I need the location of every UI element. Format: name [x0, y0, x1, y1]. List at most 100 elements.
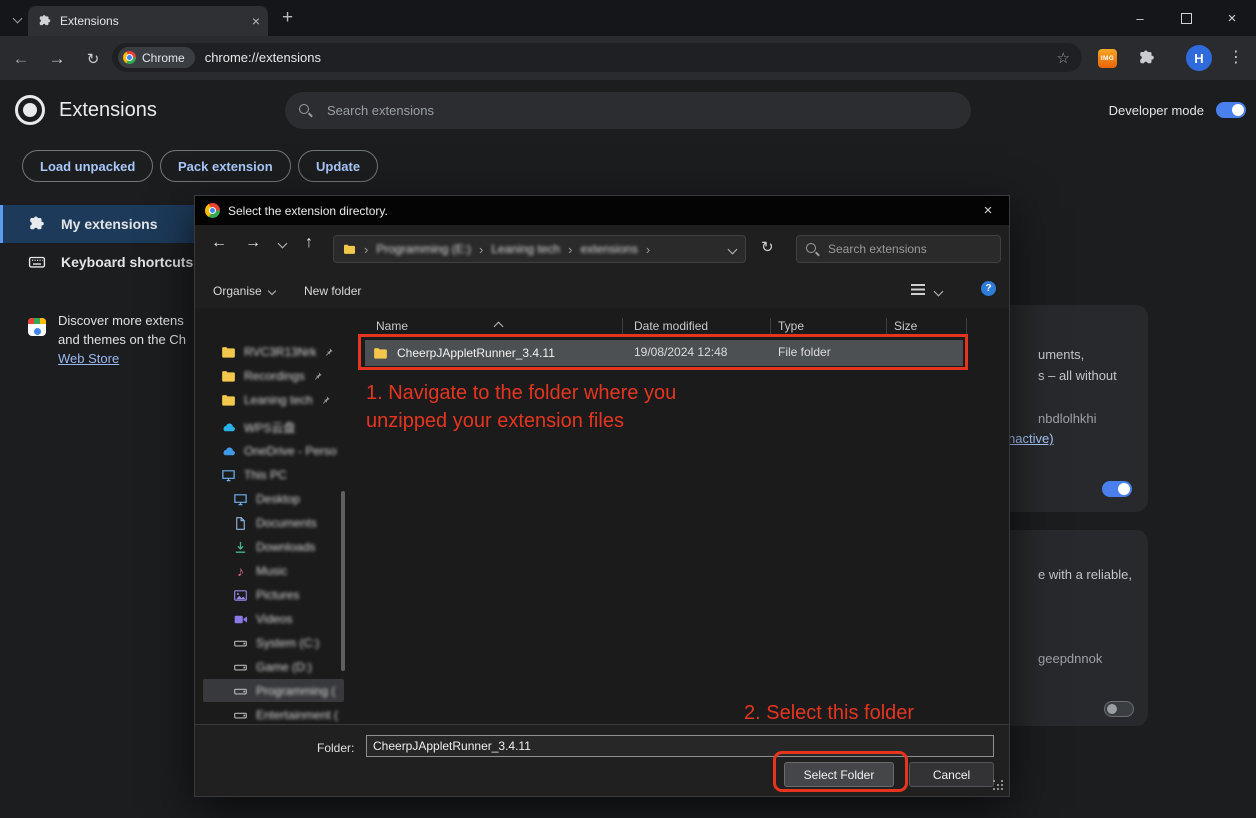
browser-tab-extensions[interactable]: Extensions ×: [28, 6, 268, 36]
help-button[interactable]: ?: [981, 281, 996, 296]
tree-item[interactable]: WPS云盘: [221, 416, 295, 438]
tree-item[interactable]: Desktop: [233, 488, 300, 510]
browser-menu-icon[interactable]: ⋮: [1228, 47, 1244, 67]
extensions-search-bar[interactable]: [285, 92, 971, 129]
page-title: Extensions: [59, 99, 157, 122]
card-id-fragment: geepdnnok: [1038, 651, 1102, 666]
tree-item-label: This PC: [244, 468, 287, 482]
dialog-search-input[interactable]: [826, 241, 991, 257]
cancel-button[interactable]: Cancel: [909, 762, 994, 787]
column-divider[interactable]: [770, 318, 771, 334]
recent-locations-chevron-icon[interactable]: [278, 239, 288, 249]
tree-item[interactable]: Recordings: [221, 365, 323, 387]
tree-item[interactable]: Downloads: [233, 536, 315, 558]
dialog-forward-button[interactable]: →: [245, 234, 261, 252]
tree-item-label: Pictures: [256, 588, 299, 602]
sidebar-my-extensions-label: My extensions: [61, 216, 157, 232]
card-inactive-link[interactable]: nactive): [1008, 431, 1054, 446]
address-dropdown-chevron-icon[interactable]: [728, 244, 738, 254]
organise-label: Organise: [213, 284, 262, 298]
tree-item[interactable]: This PC: [221, 464, 287, 486]
drive-icon: [233, 660, 248, 675]
sidebar-item-keyboard-shortcuts[interactable]: Keyboard shortcuts: [0, 243, 194, 281]
tree-item-label: System (C:): [256, 636, 319, 650]
extensions-puzzle-icon[interactable]: [1138, 49, 1156, 67]
tree-scrollbar[interactable]: [341, 491, 345, 671]
tab-close-icon[interactable]: ×: [252, 14, 260, 28]
address-bar[interactable]: Chrome chrome://extensions ☆: [112, 43, 1082, 72]
chrome-web-store-icon: [28, 318, 46, 336]
search-icon: [806, 243, 818, 255]
load-unpacked-button[interactable]: Load unpacked: [22, 150, 153, 182]
tree-item-label: Recordings: [244, 369, 305, 383]
tree-item-label: Music: [256, 564, 287, 578]
web-store-link[interactable]: Web Store: [58, 351, 119, 366]
dialog-close-button[interactable]: ×: [967, 196, 1009, 225]
tree-item[interactable]: RVC3R13Nrk: [221, 341, 334, 363]
back-button[interactable]: ←: [8, 46, 34, 72]
extensions-search-input[interactable]: [325, 102, 957, 119]
tree-item[interactable]: ♪Music: [233, 560, 287, 582]
dialog-up-button[interactable]: ↑: [305, 234, 313, 252]
developer-mode-toggle[interactable]: [1216, 102, 1246, 118]
tree-item[interactable]: Game (D:): [233, 656, 312, 678]
window-close-button[interactable]: ×: [1210, 0, 1254, 36]
view-mode-chevron-icon[interactable]: [934, 287, 944, 297]
extension-enable-toggle[interactable]: [1102, 481, 1132, 497]
update-button[interactable]: Update: [298, 150, 378, 182]
extension-enable-toggle[interactable]: [1104, 701, 1134, 717]
new-folder-button[interactable]: New folder: [304, 284, 361, 298]
column-header-name[interactable]: Name: [376, 319, 408, 333]
tree-item[interactable]: OneDrive - Perso: [221, 440, 337, 462]
maximize-icon: [1181, 13, 1192, 24]
view-mode-icon[interactable]: [911, 284, 925, 295]
breadcrumb[interactable]: › Programming (E:) › Leaning tech › exte…: [333, 235, 746, 263]
pack-extension-button[interactable]: Pack extension: [160, 150, 291, 182]
dialog-refresh-button[interactable]: ↻: [761, 238, 774, 256]
new-tab-button[interactable]: +: [282, 7, 293, 29]
pin-icon: [324, 347, 334, 357]
downloads-icon: [233, 540, 248, 555]
breadcrumb-separator: ›: [646, 242, 650, 257]
extensions-page-logo-icon: [15, 95, 45, 125]
resize-grip[interactable]: [993, 780, 1005, 792]
breadcrumb-segment[interactable]: extensions: [580, 242, 637, 256]
tree-item-label: OneDrive - Perso: [244, 444, 337, 458]
tree-item[interactable]: Videos: [233, 608, 292, 630]
extension-img-icon[interactable]: IMG: [1098, 49, 1117, 68]
breadcrumb-separator: ›: [364, 242, 368, 257]
tree-item[interactable]: Leaning tech: [221, 389, 331, 411]
dialog-search-box[interactable]: [796, 235, 1001, 263]
column-divider[interactable]: [886, 318, 887, 334]
drive-icon: [233, 708, 248, 723]
chrome-logo-icon: [205, 203, 220, 218]
tree-item-label: Videos: [256, 612, 292, 626]
tree-item-label: Game (D:): [256, 660, 312, 674]
tree-item-selected[interactable]: Programming (: [233, 680, 335, 702]
dialog-back-button[interactable]: ←: [211, 234, 227, 252]
reload-button[interactable]: ↻: [80, 46, 106, 72]
organise-menu-button[interactable]: Organise: [213, 284, 275, 298]
profile-avatar[interactable]: H: [1186, 45, 1212, 71]
column-header-size[interactable]: Size: [894, 319, 917, 333]
forward-button[interactable]: →: [44, 46, 70, 72]
bookmark-star-icon[interactable]: ☆: [1057, 49, 1070, 67]
breadcrumb-segment[interactable]: Programming (E:): [376, 242, 471, 256]
column-divider[interactable]: [622, 318, 623, 334]
column-header-date-modified[interactable]: Date modified: [634, 319, 708, 333]
window-maximize-button[interactable]: [1164, 0, 1208, 36]
tree-item[interactable]: Documents: [233, 512, 317, 534]
tab-search-button[interactable]: [8, 9, 26, 27]
tree-item[interactable]: System (C:): [233, 632, 319, 654]
column-header-type[interactable]: Type: [778, 319, 804, 333]
sidebar-item-my-extensions[interactable]: My extensions: [0, 205, 194, 243]
column-divider[interactable]: [966, 318, 967, 334]
window-minimize-button[interactable]: –: [1118, 0, 1162, 36]
tab-strip: Extensions × + – ×: [0, 0, 1256, 36]
search-icon: [299, 104, 313, 118]
tree-item-label: Leaning tech: [244, 393, 313, 407]
tree-item[interactable]: Entertainment (: [233, 704, 338, 726]
breadcrumb-segment[interactable]: Leaning tech: [491, 242, 560, 256]
tree-item[interactable]: Pictures: [233, 584, 299, 606]
folder-icon: [221, 345, 236, 360]
